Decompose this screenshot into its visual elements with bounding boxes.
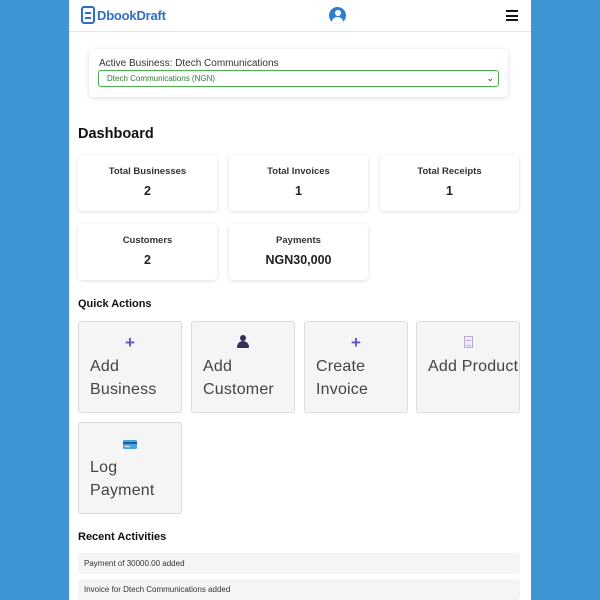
active-business-label: Active Business: Dtech Communications (99, 58, 279, 69)
hamburger-menu-icon[interactable] (506, 10, 518, 21)
stat-label: Customers (122, 235, 173, 246)
stat-card-customers: Customers 2 (78, 224, 217, 280)
page-title: Dashboard (78, 126, 154, 142)
activity-item: Payment of 30000.00 added (78, 553, 520, 574)
top-navbar: DbookDraft (69, 0, 531, 32)
activity-item: Invoice for Dtech Communications added (78, 579, 520, 600)
business-select-value: Dtech Communications (NGN) (107, 74, 216, 83)
action-label: Log Payment (90, 459, 155, 499)
stat-card-total-invoices: Total Invoices 1 (229, 155, 368, 211)
stat-value: 1 (446, 184, 453, 198)
plus-icon: + (125, 333, 135, 352)
action-label: Add Customer (203, 358, 274, 398)
stat-value: 1 (295, 184, 302, 198)
brand-name: DbookDraft (97, 7, 166, 23)
add-product-button[interactable]: Add Product (416, 321, 520, 413)
business-select[interactable]: Dtech Communications (NGN) ⌄ (98, 70, 499, 87)
book-logo-icon (81, 6, 95, 24)
action-label: Create Invoice (316, 358, 369, 398)
user-avatar-icon[interactable] (329, 7, 346, 24)
quick-actions-title: Quick Actions (78, 298, 152, 310)
add-business-button[interactable]: + Add Business (78, 321, 182, 413)
stat-card-total-receipts: Total Receipts 1 (380, 155, 519, 211)
action-label: Add Product (428, 358, 519, 375)
stat-label: Total Invoices (267, 166, 330, 177)
action-label: Add Business (90, 358, 157, 398)
stat-value: 2 (144, 253, 151, 267)
credit-card-icon (123, 440, 137, 449)
stat-label: Total Receipts (417, 166, 482, 177)
stat-value: NGN30,000 (265, 253, 332, 267)
create-invoice-button[interactable]: + Create Invoice (304, 321, 408, 413)
plus-icon: + (351, 333, 361, 352)
chevron-down-icon: ⌄ (486, 73, 494, 83)
stat-label: Payments (276, 235, 321, 246)
log-payment-button[interactable]: Log Payment (78, 422, 182, 514)
brand[interactable]: DbookDraft (81, 6, 166, 24)
add-customer-button[interactable]: Add Customer (191, 321, 295, 413)
person-icon (237, 335, 249, 348)
stat-label: Total Businesses (108, 166, 187, 177)
recent-activities-title: Recent Activities (78, 531, 167, 543)
stat-card-payments: Payments NGN30,000 (229, 224, 368, 280)
stat-value: 2 (144, 184, 151, 198)
stat-card-total-businesses: Total Businesses 2 (78, 155, 217, 211)
business-selector-card: Active Business: Dtech Communications Dt… (89, 49, 508, 97)
document-icon (463, 336, 473, 348)
app-container: DbookDraft Active Business: Dtech Commun… (69, 0, 531, 600)
